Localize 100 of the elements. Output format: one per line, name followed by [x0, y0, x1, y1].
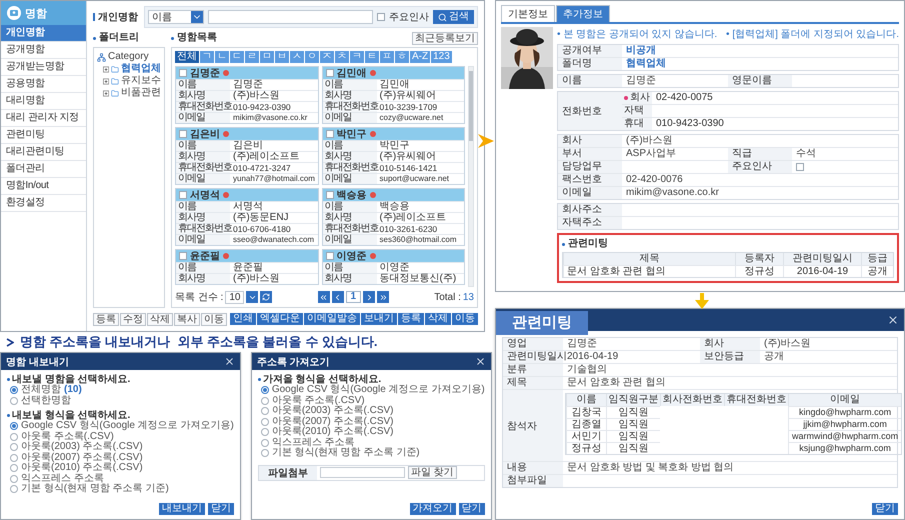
business-card[interactable]: 이영준 이름 이영준 회사명 동대정보통신(주)	[322, 249, 465, 285]
action-button[interactable]: 등록	[398, 313, 424, 325]
business-card[interactable]: 백승용 이름 백승용 회사명 (주)레이소프트 휴대전화번호010-3261-6230 이메일 ses360@hotmail.com	[322, 188, 465, 246]
checkbox[interactable]	[326, 191, 334, 199]
dialog-button[interactable]: 가져오기	[410, 503, 456, 515]
tab[interactable]: 기본정보	[501, 5, 555, 22]
action-button[interactable]: 이동	[452, 313, 478, 325]
tab[interactable]: 추가정보	[556, 5, 610, 22]
first-page-button[interactable]	[318, 291, 330, 303]
index-tab[interactable]: ㅈ	[320, 51, 334, 63]
radio-button[interactable]	[260, 428, 269, 436]
radio-button[interactable]	[10, 474, 18, 483]
business-card[interactable]: 김민애 이름 김민애 회사명 (주)유씨웨어 휴대전화번호010-3239-1709 이메일 cozy@ucware.net	[322, 66, 465, 124]
expand-icon[interactable]	[103, 78, 110, 84]
action-button[interactable]: 이메일발송	[304, 313, 360, 325]
scrollbar[interactable]	[468, 66, 474, 287]
index-tab[interactable]: ㅇ	[305, 51, 319, 63]
next-page-button[interactable]	[363, 291, 376, 303]
checkbox[interactable]	[179, 130, 187, 138]
close-icon[interactable]	[224, 356, 235, 367]
index-tab[interactable]: ㄹ	[245, 51, 259, 63]
index-tab[interactable]: ㅎ	[395, 51, 409, 63]
action-button[interactable]: 인쇄	[230, 313, 256, 325]
index-tab[interactable]: ㄷ	[230, 51, 244, 63]
sidebar-item[interactable]: 공개받는명함	[1, 59, 86, 76]
tree-item[interactable]: 비품관련	[121, 87, 161, 99]
action-button[interactable]: 엑셀다운	[257, 313, 303, 325]
radio-button[interactable]	[10, 443, 18, 452]
business-card[interactable]: 서명석 이름 서명석 회사명 (주)동문ENJ 휴대전화번호010-6706-4180 이메일 sseo@dwanatech.com	[175, 188, 318, 246]
browse-button[interactable]: 파일 찾기	[408, 466, 457, 479]
close-icon[interactable]	[887, 314, 899, 326]
recent-button[interactable]: 최근등록보기	[412, 32, 478, 44]
search-field[interactable]	[208, 10, 373, 24]
radio-button[interactable]	[260, 396, 269, 405]
sidebar-item[interactable]: 명함In/out	[1, 178, 86, 195]
dialog-button[interactable]: 내보내기	[158, 503, 205, 515]
index-tab[interactable]: ㅁ	[260, 51, 274, 63]
folder-action-button[interactable]: 수정	[120, 312, 146, 326]
radio-button[interactable]	[10, 386, 18, 394]
action-button[interactable]: 보내기	[361, 313, 397, 325]
radio-button[interactable]	[10, 485, 18, 494]
radio-button[interactable]	[10, 422, 18, 430]
business-card[interactable]: 윤준필 이름 윤준필 회사명 (주)바스원	[175, 249, 318, 285]
refresh-button[interactable]	[260, 291, 272, 303]
checkbox[interactable]	[179, 252, 187, 260]
sidebar-item[interactable]: 개인명함	[1, 25, 86, 42]
tree-item[interactable]: 유지보수	[121, 75, 161, 87]
sidebar-item[interactable]: 환경설정	[1, 195, 86, 212]
expand-icon[interactable]	[103, 66, 110, 72]
close-icon[interactable]	[474, 356, 486, 367]
search-type-select[interactable]: 이름	[148, 10, 204, 24]
checkbox[interactable]	[796, 163, 804, 171]
radio-button[interactable]	[10, 464, 18, 472]
index-tab[interactable]: A-Z	[410, 51, 430, 63]
radio-button[interactable]	[260, 449, 269, 458]
sidebar-item[interactable]: 대리명함	[1, 93, 86, 110]
checkbox[interactable]	[377, 13, 385, 21]
checkbox[interactable]	[326, 252, 334, 260]
business-card[interactable]: 김명준 이름 김명준 회사명 (주)바스원 휴대전화번호010-9423-0390 이메일 mikim@vasone.co.kr	[175, 66, 318, 124]
close-button[interactable]: 닫기	[872, 503, 898, 515]
checkbox[interactable]	[179, 191, 187, 199]
radio-button[interactable]	[260, 407, 269, 416]
sidebar-item[interactable]: 대리관련미팅	[1, 144, 86, 161]
folder-action-button[interactable]: 등록	[93, 312, 119, 326]
index-tab[interactable]: ㅂ	[275, 51, 289, 63]
index-tab[interactable]: 전체	[175, 51, 199, 63]
index-tab[interactable]: ㅅ	[290, 51, 304, 63]
checkbox[interactable]	[326, 130, 334, 138]
previous-page-button[interactable]	[332, 291, 344, 303]
folder-action-button[interactable]: 복사	[174, 312, 200, 326]
radio-button[interactable]	[10, 396, 18, 405]
tree-item[interactable]: Category	[108, 51, 149, 63]
sidebar-item[interactable]: 공개명함	[1, 42, 86, 59]
sidebar-item[interactable]: 대리 관리자 지정	[1, 110, 86, 127]
last-page-button[interactable]	[377, 291, 390, 303]
dialog-button[interactable]: 닫기	[458, 503, 485, 515]
radio-button[interactable]	[260, 386, 269, 394]
tree-item[interactable]: 협력업체	[121, 63, 161, 75]
sidebar-item[interactable]: 관련미팅	[1, 127, 86, 144]
folder-action-button[interactable]: 삭제	[147, 312, 173, 326]
page-number[interactable]: 1	[346, 291, 362, 303]
index-tab[interactable]: ㄴ	[215, 51, 229, 63]
dialog-button[interactable]: 닫기	[208, 503, 234, 515]
radio-button[interactable]	[260, 418, 269, 426]
radio-button[interactable]	[10, 454, 18, 462]
folder-action-button[interactable]: 이동	[201, 312, 227, 326]
search-button[interactable]: 검색	[433, 10, 474, 24]
radio-button[interactable]	[260, 438, 269, 447]
index-tab[interactable]: 123	[431, 51, 452, 63]
index-tab[interactable]: ㅍ	[380, 51, 394, 63]
action-button[interactable]: 삭제	[425, 313, 451, 325]
caret-button[interactable]	[246, 291, 258, 303]
sidebar-item[interactable]: 폴더관리	[1, 161, 86, 178]
file-field[interactable]	[320, 467, 405, 478]
sidebar-item[interactable]: 공용명함	[1, 76, 86, 93]
radio-button[interactable]	[10, 432, 18, 441]
index-tab[interactable]: ㅊ	[335, 51, 349, 63]
checkbox[interactable]	[179, 69, 187, 77]
index-tab[interactable]: ㅌ	[365, 51, 379, 63]
checkbox[interactable]	[326, 69, 334, 77]
